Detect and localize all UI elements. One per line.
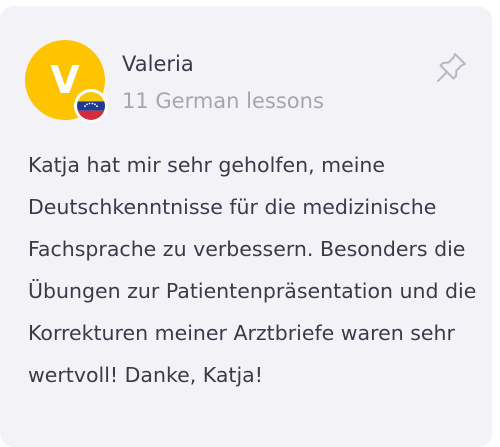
pin-icon[interactable] — [433, 48, 471, 86]
avatar-initial: V — [50, 58, 80, 102]
venezuela-flag-icon — [74, 89, 108, 123]
reviewer-name: Valeria — [122, 52, 194, 76]
lesson-count: 11 German lessons — [122, 89, 324, 113]
review-card: V Valeria 11 German lessons Katja hat mi… — [0, 6, 492, 447]
review-text: Katja hat mir sehr geholfen, meine Deuts… — [28, 153, 477, 387]
